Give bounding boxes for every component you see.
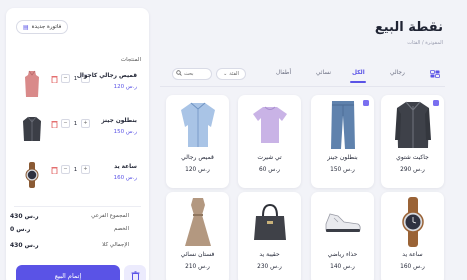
- product-price: 140 ر.س: [330, 264, 355, 270]
- product-price: 230 ر.س: [257, 264, 282, 270]
- product-name: قميص رجالي: [181, 154, 214, 161]
- subtotal-row: 430 ر.س المجموع الفرعي: [6, 213, 133, 223]
- jacket-icon: [22, 114, 42, 144]
- remove-item-icon[interactable]: [50, 74, 59, 83]
- cart-item-name: ساعة يد: [114, 164, 137, 170]
- discount-row: 0 ر.س الخصم: [6, 226, 133, 236]
- cart-item-price: 120 ر.س: [113, 84, 137, 90]
- product-name: حقيبة يد: [259, 251, 280, 258]
- search-icon: [176, 70, 182, 78]
- product-card[interactable]: تي شيرت 60 ر.س: [238, 95, 301, 188]
- discount-label: الخصم: [113, 226, 129, 232]
- remove-item-icon[interactable]: [50, 165, 59, 174]
- product-price: 160 ر.س: [400, 264, 425, 270]
- search-placeholder: بحث: [184, 71, 194, 77]
- favorite-badge-icon: [363, 100, 369, 106]
- handbag-icon: [251, 196, 289, 248]
- discount-value: 0 ر.س: [10, 226, 31, 233]
- checkout-button[interactable]: إتمام البيع: [16, 265, 120, 280]
- product-card[interactable]: ساعة يد 160 ر.س: [381, 192, 444, 280]
- product-name: ساعة يد: [402, 251, 423, 258]
- increase-button[interactable]: +: [81, 119, 90, 128]
- category-filter[interactable]: ⌄ الفئة: [216, 68, 246, 80]
- cart-line: − 1 + ساعة يد 160 ر.س: [14, 158, 141, 192]
- total-label: الإجمالي كلا: [102, 242, 129, 248]
- favorite-badge-icon: [433, 100, 439, 106]
- product-card[interactable]: حقيبة يد 230 ر.س: [238, 192, 301, 280]
- grid-view-icon[interactable]: [428, 68, 442, 80]
- divider: [14, 206, 141, 207]
- product-name: حذاء رياضي: [327, 251, 358, 258]
- tshirt-icon: [251, 99, 289, 151]
- quantity-stepper[interactable]: − 1 +: [50, 165, 90, 174]
- category-toolbar: بحث ⌄ الفئة أطفال نسائي الكل رجالي: [160, 66, 445, 86]
- cart-line: − 1 + بنطلون جينز 150 ر.س: [14, 112, 141, 146]
- jacket-icon: [394, 99, 432, 151]
- subtotal-value: 430 ر.س: [10, 213, 39, 220]
- jeans-icon: [324, 99, 362, 151]
- filter-label: الفئة: [229, 71, 239, 77]
- cart-item-name: بنطلون جينز: [101, 118, 137, 124]
- decrease-button[interactable]: −: [61, 74, 70, 83]
- increase-button[interactable]: +: [81, 165, 90, 174]
- new-invoice-button[interactable]: ▤ فاتورة جديدة: [16, 20, 69, 34]
- active-tab-indicator: [350, 81, 366, 83]
- remove-item-icon[interactable]: [50, 119, 59, 128]
- product-price: 120 ر.س: [185, 167, 210, 173]
- quantity-value: 1: [73, 120, 78, 127]
- product-card[interactable]: فستان نسائي 210 ر.س: [166, 192, 229, 280]
- product-price: 210 ر.س: [185, 264, 210, 270]
- product-name: بنطلون جينز: [327, 154, 358, 161]
- product-card[interactable]: قميص رجالي 120 ر.س: [166, 95, 229, 188]
- product-card[interactable]: بنطلون جينز 150 ر.س: [311, 95, 374, 188]
- shirt-icon: [22, 69, 42, 99]
- new-invoice-label: فاتورة جديدة: [31, 24, 62, 30]
- tab-all[interactable]: الكل: [352, 70, 365, 76]
- product-card[interactable]: جاكيت شتوي 290 ر.س: [381, 95, 444, 188]
- total-value: 430 ر.س: [10, 242, 39, 249]
- document-icon: ▤: [23, 23, 29, 31]
- product-name: جاكيت شتوي: [396, 154, 429, 161]
- decrease-button[interactable]: −: [61, 165, 70, 174]
- watch-icon: [394, 196, 432, 248]
- product-price: 290 ر.س: [400, 167, 425, 173]
- decrease-button[interactable]: −: [61, 119, 70, 128]
- cart-panel: ▤ فاتورة جديدة المنتجات − 1 + قميص رجالي…: [6, 8, 149, 280]
- breadcrumb[interactable]: المفوترة / الفئات: [407, 40, 443, 46]
- watch-icon: [22, 160, 42, 190]
- dress-icon: [179, 196, 217, 248]
- product-name: فستان نسائي: [180, 251, 215, 258]
- total-row: 430 ر.س الإجمالي كلا: [6, 242, 133, 252]
- cart-line: − 1 + قميص رجالي كاجوال 120 ر.س: [14, 67, 141, 101]
- product-price: 60 ر.س: [259, 167, 280, 173]
- page-title: نقطة البيع: [374, 20, 443, 35]
- shirt-icon: [179, 99, 217, 151]
- quantity-stepper[interactable]: − 1 +: [50, 119, 90, 128]
- cart-item-price: 150 ر.س: [113, 129, 137, 135]
- chevron-down-icon: ⌄: [223, 71, 228, 77]
- cart-item-name: قميص رجالي كاجوال: [76, 73, 137, 79]
- cart-heading: المنتجات: [120, 57, 141, 63]
- product-card[interactable]: حذاء رياضي 140 ر.س: [311, 192, 374, 280]
- subtotal-label: المجموع الفرعي: [91, 213, 129, 219]
- trash-icon[interactable]: [124, 265, 146, 280]
- tab-kids[interactable]: أطفال: [276, 70, 291, 76]
- product-price: 150 ر.س: [330, 167, 355, 173]
- tab-men[interactable]: رجالي: [390, 70, 405, 76]
- toolbar-divider: [160, 86, 445, 87]
- quantity-value: 1: [73, 166, 78, 173]
- search-input[interactable]: بحث: [172, 68, 212, 80]
- cart-item-price: 160 ر.س: [113, 175, 137, 181]
- sneaker-icon: [324, 196, 362, 248]
- tab-women[interactable]: نسائي: [316, 70, 331, 76]
- product-name: تي شيرت: [257, 154, 282, 161]
